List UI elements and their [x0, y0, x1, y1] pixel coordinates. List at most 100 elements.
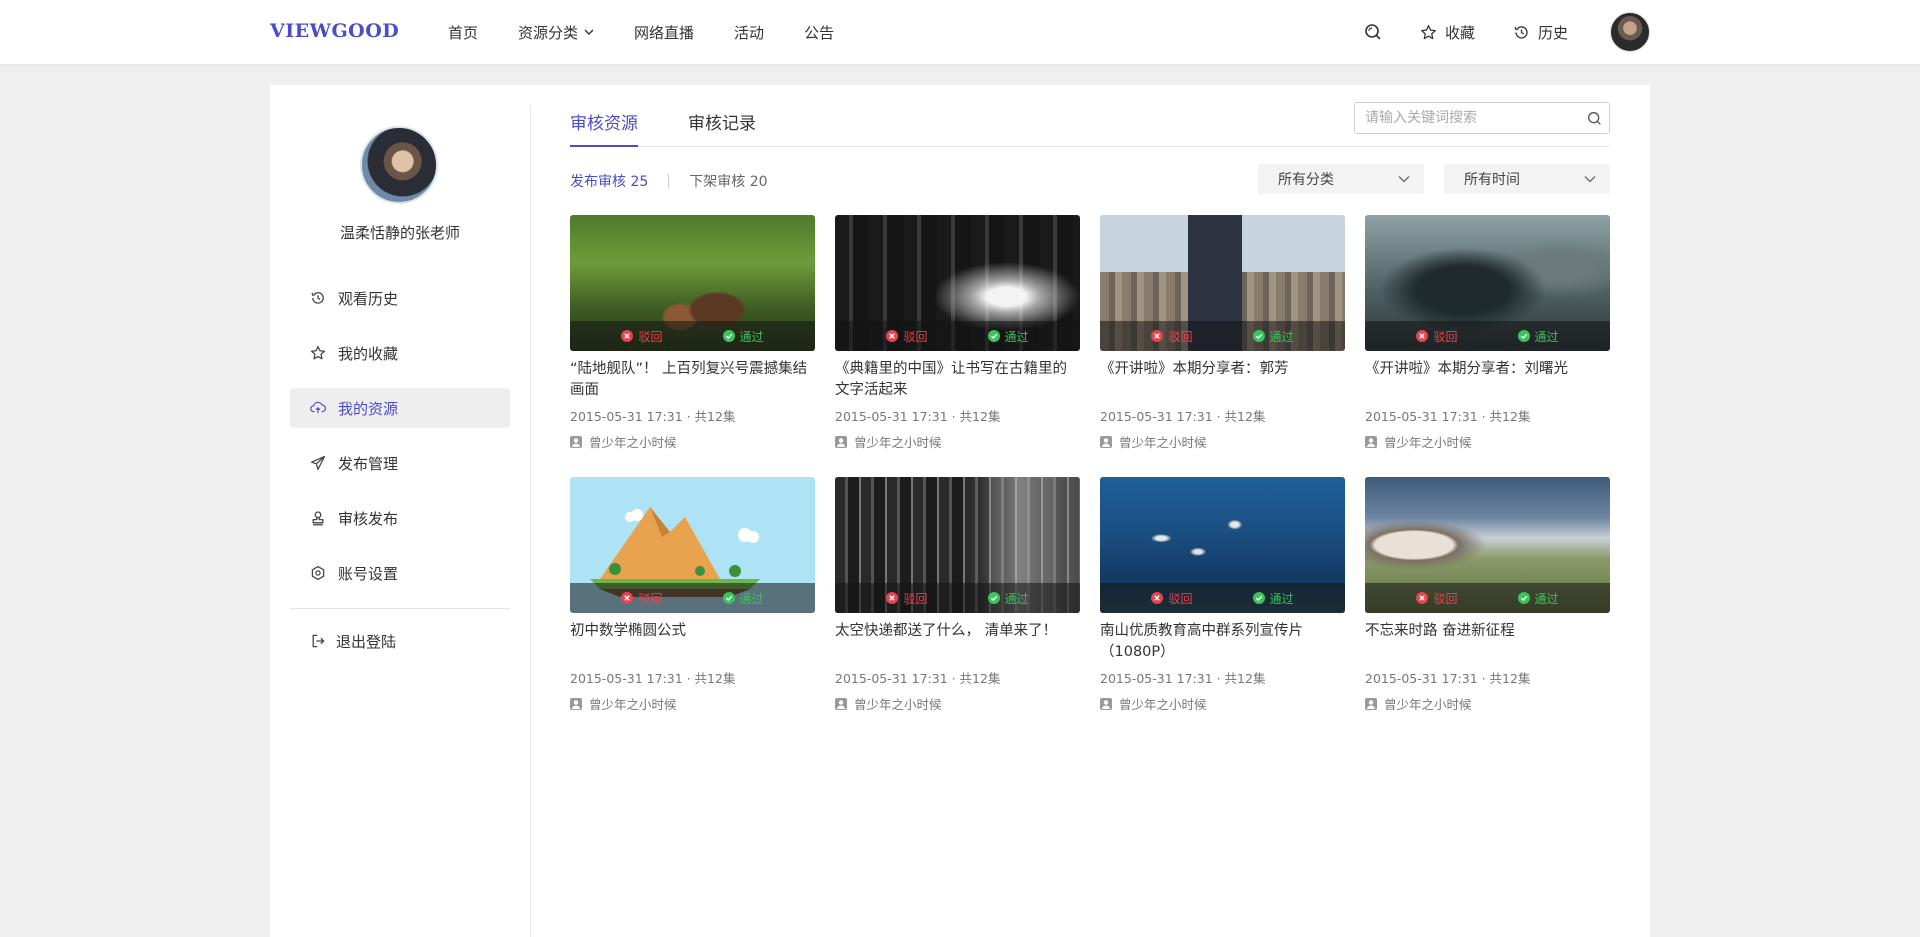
resource-title[interactable]: 《开讲啦》本期分享者：郭芳 [1100, 359, 1345, 403]
search-icon[interactable] [1579, 111, 1609, 126]
stamp-icon [310, 510, 326, 526]
reject-button[interactable]: 驳回 [621, 328, 663, 345]
pass-button[interactable]: 通过 [722, 590, 764, 607]
reject-button[interactable]: 驳回 [1151, 328, 1193, 345]
subtab-divider [668, 174, 670, 188]
pass-button[interactable]: 通过 [987, 328, 1029, 345]
reject-button[interactable]: 驳回 [621, 590, 663, 607]
pass-icon [1252, 330, 1265, 342]
nav-live[interactable]: 网络直播 [634, 22, 694, 43]
pass-icon [1252, 592, 1265, 604]
review-action-bar: 驳回 通过 [1365, 583, 1610, 613]
sidebar-item-label: 账号设置 [338, 564, 399, 583]
resource-thumbnail[interactable]: 驳回 通过 [570, 215, 815, 351]
pass-label: 通过 [739, 591, 764, 606]
resource-thumbnail[interactable]: 驳回 通过 [1365, 477, 1610, 613]
reject-button[interactable]: 驳回 [1416, 328, 1458, 345]
pass-icon [987, 592, 1000, 604]
search-button[interactable] [1364, 23, 1382, 41]
sidebar-item-account-settings[interactable]: 账号设置 [290, 553, 510, 593]
resource-thumbnail[interactable]: 驳回 通过 [1100, 215, 1345, 351]
resource-author: 曾少年之小时候 [835, 432, 1080, 451]
resource-title[interactable]: 不忘来时路 奋进新征程 [1365, 621, 1610, 665]
reject-button[interactable]: 驳回 [1416, 590, 1458, 607]
user-icon [570, 697, 582, 710]
user-avatar[interactable] [1610, 12, 1650, 52]
sidebar-item-label: 我的收藏 [338, 344, 399, 363]
sidebar-item-label: 观看历史 [338, 289, 399, 308]
pass-button[interactable]: 通过 [1517, 328, 1559, 345]
profile-avatar[interactable] [360, 126, 438, 204]
tab-bar: 审核资源 审核记录 [570, 85, 1610, 147]
resource-card[interactable]: 驳回 通过 南山优质教育高中群系列宣传片（1080P） 2015-05-31 1… [1100, 477, 1345, 717]
resource-title[interactable]: “陆地舰队”！ 上百列复兴号震撼集结画面 [570, 359, 815, 403]
subtab-takedown-review[interactable]: 下架审核 20 [689, 171, 767, 191]
reject-icon [1416, 330, 1429, 342]
sidebar-item-favorites[interactable]: 我的收藏 [290, 333, 510, 373]
resource-card[interactable]: 驳回 通过 “陆地舰队”！ 上百列复兴号震撼集结画面 2015-05-31 17… [570, 215, 815, 455]
resource-title[interactable]: 初中数学椭圆公式 [570, 621, 815, 665]
pass-button[interactable]: 通过 [1517, 590, 1559, 607]
resource-meta: 2015-05-31 17:31 · 共12集 [835, 671, 1001, 686]
nav-categories[interactable]: 资源分类 [518, 22, 594, 43]
sidebar-divider [290, 608, 510, 609]
resource-card[interactable]: 驳回 通过 《开讲啦》本期分享者：郭芳 2015-05-31 17:31 · 共… [1100, 215, 1345, 455]
sidebar-menu: 观看历史 我的收藏 我的资源 发布管理 审核发布 账号设置 退出登陆 [290, 278, 510, 661]
subtab-publish-review[interactable]: 发布审核 25 [570, 171, 648, 191]
favorites-label: 收藏 [1444, 23, 1475, 42]
resource-author: 曾少年之小时候 [1365, 694, 1610, 713]
resource-thumbnail[interactable]: 驳回 通过 [1100, 477, 1345, 613]
resource-title[interactable]: 《开讲啦》本期分享者：刘曙光 [1365, 359, 1610, 403]
send-icon [310, 455, 326, 471]
resource-meta: 2015-05-31 17:31 · 共12集 [1365, 409, 1531, 424]
resource-thumbnail[interactable]: 驳回 通过 [835, 477, 1080, 613]
history-button[interactable]: 历史 [1513, 22, 1568, 43]
favorites-button[interactable]: 收藏 [1420, 22, 1475, 43]
resource-thumbnail[interactable]: 驳回 通过 [1365, 215, 1610, 351]
resource-title[interactable]: 太空快递都送了什么， 清单来了！ [835, 621, 1080, 665]
logout-label: 退出登陆 [336, 632, 397, 651]
content-container: 温柔恬静的张老师 观看历史 我的收藏 我的资源 发布管理 审核发布 账号设置 退… [270, 85, 1650, 937]
nav-home[interactable]: 首页 [448, 22, 478, 43]
resource-thumbnail[interactable]: 驳回 通过 [835, 215, 1080, 351]
time-select-value: 所有时间 [1464, 172, 1520, 188]
resource-card[interactable]: 驳回 通过 《典籍里的中国》让书写在古籍里的文字活起来 2015-05-31 1… [835, 215, 1080, 455]
resource-card[interactable]: 驳回 通过 《开讲啦》本期分享者：刘曙光 2015-05-31 17:31 · … [1365, 215, 1610, 455]
sidebar-item-publish-management[interactable]: 发布管理 [290, 443, 510, 483]
reject-button[interactable]: 驳回 [886, 590, 928, 607]
logout-button[interactable]: 退出登陆 [290, 621, 510, 661]
header-actions: 收藏 历史 [1326, 0, 1650, 64]
vertical-divider [530, 105, 531, 937]
pass-button[interactable]: 通过 [1252, 328, 1294, 345]
reject-button[interactable]: 驳回 [886, 328, 928, 345]
tab-review-resources[interactable]: 审核资源 [570, 109, 638, 147]
search-input[interactable] [1355, 104, 1579, 132]
nav-categories-label: 资源分类 [518, 23, 579, 42]
sidebar-item-my-resources[interactable]: 我的资源 [290, 388, 510, 428]
reject-button[interactable]: 驳回 [1151, 590, 1193, 607]
resource-card[interactable]: 驳回 通过 太空快递都送了什么， 清单来了！ 2015-05-31 17:31 … [835, 477, 1080, 717]
resource-card[interactable]: 驳回 通过 不忘来时路 奋进新征程 2015-05-31 17:31 · 共12… [1365, 477, 1610, 717]
resource-thumbnail[interactable]: 驳回 通过 [570, 477, 815, 613]
resource-title[interactable]: 南山优质教育高中群系列宣传片（1080P） [1100, 621, 1345, 665]
nav-activities[interactable]: 活动 [734, 22, 764, 43]
resource-meta: 2015-05-31 17:31 · 共12集 [1100, 409, 1266, 424]
sidebar-item-watch-history[interactable]: 观看历史 [290, 278, 510, 318]
nav-announcements[interactable]: 公告 [804, 22, 834, 43]
sidebar-item-review-publish[interactable]: 审核发布 [290, 498, 510, 538]
pass-label: 通过 [1534, 591, 1559, 606]
resource-card[interactable]: 驳回 通过 初中数学椭圆公式 2015-05-31 17:31 · 共12集 曾… [570, 477, 815, 717]
top-header: VIEWGOOD 首页 资源分类 网络直播 活动 公告 收藏 历史 [0, 0, 1920, 64]
history-icon [1513, 24, 1530, 41]
pass-button[interactable]: 通过 [722, 328, 764, 345]
pass-button[interactable]: 通过 [987, 590, 1029, 607]
resource-meta: 2015-05-31 17:31 · 共12集 [835, 409, 1001, 424]
chevron-down-icon [1398, 176, 1410, 183]
time-select[interactable]: 所有时间 [1444, 164, 1610, 194]
author-name: 曾少年之小时候 [854, 697, 942, 712]
resource-title[interactable]: 《典籍里的中国》让书写在古籍里的文字活起来 [835, 359, 1080, 403]
category-select[interactable]: 所有分类 [1258, 164, 1424, 194]
logo[interactable]: VIEWGOOD [270, 20, 399, 42]
pass-button[interactable]: 通过 [1252, 590, 1294, 607]
tab-review-records[interactable]: 审核记录 [688, 109, 756, 147]
